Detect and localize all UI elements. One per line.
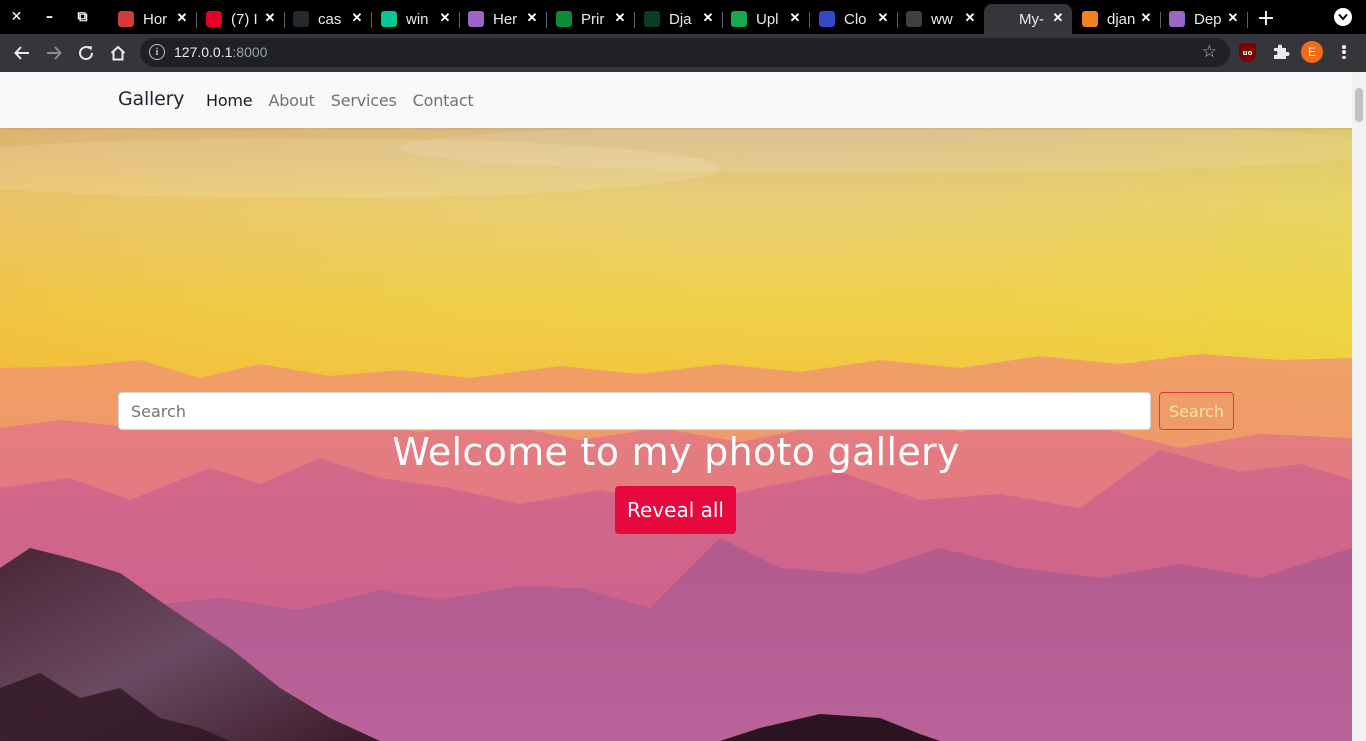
site-info-icon[interactable]: i [149,44,165,60]
browser-tab[interactable]: win ✕ [371,4,460,34]
pocket-icon [118,11,134,27]
hero-title: Welcome to my photo gallery [392,430,960,474]
mongodb-icon [731,11,747,27]
scrollbar-thumb[interactable] [1355,88,1363,122]
globe-icon [994,11,1010,27]
nav-services[interactable]: Services [331,91,397,110]
cloudinary-icon [819,11,835,27]
nav-contact[interactable]: Contact [413,91,474,110]
browser-tab[interactable]: Prir ✕ [546,4,635,34]
minimize-icon: – [46,9,53,25]
back-button[interactable] [7,38,37,68]
reveal-all-button[interactable]: Reveal all [615,486,736,534]
site-navbar: Gallery Home About Services Contact [0,72,1352,128]
tab-title: Dja [669,10,692,28]
django-icon [644,11,660,27]
new-tab-button[interactable]: + [1254,5,1278,31]
hero-section: Search Welcome to my photo gallery Revea… [0,128,1352,741]
tab-close-icon[interactable]: ✕ [875,10,891,26]
profile-avatar[interactable]: E [1301,41,1323,63]
reload-icon [79,46,94,61]
tab-close-icon[interactable]: ✕ [962,10,978,26]
browser-tab[interactable]: Her ✕ [458,4,547,34]
browser-tab[interactable]: Clo ✕ [809,4,898,34]
browser-toolbar: i 127.0.0.1:8000 ☆ [0,34,1366,72]
browser-tab[interactable]: (7) I ✕ [196,4,285,34]
browser-tab[interactable]: Dja ✕ [634,4,723,34]
tab-title: My- [1019,10,1044,28]
window-close-button[interactable]: ✕ [0,0,33,34]
tab-title: (7) I [231,10,258,28]
tab-close-icon[interactable]: ✕ [1225,10,1241,26]
tab-close-icon[interactable]: ✕ [787,10,803,26]
tab-title: win [406,10,429,28]
page-scrollbar[interactable] [1352,72,1366,741]
ublock-extension-icon[interactable]: uo [1239,43,1256,62]
extensions-puzzle-icon[interactable] [1271,42,1291,62]
lightning-icon [381,11,397,27]
stackoverflow-icon [1082,11,1098,27]
search-button[interactable]: Search [1159,392,1234,430]
browser-tab[interactable]: My- ✕ [984,4,1072,34]
chevron-down-icon [1338,13,1348,21]
printful-icon [556,11,572,27]
tab-close-icon[interactable]: ✕ [349,10,365,26]
tab-close-icon[interactable]: ✕ [612,10,628,26]
heroku-icon [1169,11,1185,27]
browser-tab[interactable]: cas ✕ [283,4,372,34]
tab-search-button[interactable] [1334,8,1352,26]
github-icon [293,11,309,27]
browser-tab[interactable]: Dep ✕ [1159,4,1248,34]
tab-close-icon[interactable]: ✕ [437,10,453,26]
nav-home[interactable]: Home [206,91,253,110]
tab-strip: ✕ – ⧉ Hor ✕ (7) I ✕ cas ✕ win ✕ Her ✕ Prir ✕ Dja ✕ Upl… [0,0,1366,34]
window-restore-button[interactable]: ⧉ [66,0,99,34]
tab-close-icon[interactable]: ✕ [174,10,190,26]
home-icon [110,45,126,61]
browser-tab[interactable]: Hor ✕ [108,4,197,34]
home-button[interactable] [103,38,133,68]
address-bar[interactable]: i 127.0.0.1:8000 ☆ [140,38,1230,67]
close-icon: ✕ [10,9,23,25]
site-brand[interactable]: Gallery [118,88,184,110]
page-viewport: Gallery Home About Services Contact Sear… [0,72,1352,741]
tab-close-icon[interactable]: ✕ [262,10,278,26]
nav-about[interactable]: About [268,91,315,110]
tab-title: Dep [1194,10,1222,28]
reload-button[interactable] [71,38,101,68]
restore-icon: ⧉ [77,9,88,25]
forward-button[interactable] [39,38,69,68]
plus-icon: + [1256,5,1276,31]
arrow-left-icon [14,46,29,60]
browser-tab[interactable]: Upl ✕ [721,4,810,34]
tab-close-icon[interactable]: ✕ [524,10,540,26]
browser-tab[interactable]: ww ✕ [896,4,984,34]
bookmark-star-icon[interactable]: ☆ [1202,42,1217,62]
pinterest-icon [206,11,222,27]
tab-close-icon[interactable]: ✕ [1050,10,1066,26]
tab-title: Clo [844,10,867,28]
browser-tab[interactable]: djan ✕ [1072,4,1161,34]
tab-title: Her [493,10,518,28]
heroku-icon [468,11,484,27]
tab-title: Upl [756,10,779,28]
tab-title: Prir [581,10,605,28]
browser-menu-button[interactable] [1336,43,1352,61]
nav-links: Home About Services Contact [206,91,474,110]
tab-title: ww [931,10,953,28]
tab-separator [1247,12,1248,28]
tab-close-icon[interactable]: ✕ [700,10,716,26]
tab-title: cas [318,10,342,28]
search-input[interactable] [118,392,1151,430]
url-text: 127.0.0.1:8000 [174,44,268,60]
arrow-right-icon [47,46,62,60]
tab-close-icon[interactable]: ✕ [1138,10,1154,26]
play-icon [906,11,922,27]
window-minimize-button[interactable]: – [33,0,66,34]
tab-title: djan [1107,10,1136,28]
tab-title: Hor [143,10,168,28]
